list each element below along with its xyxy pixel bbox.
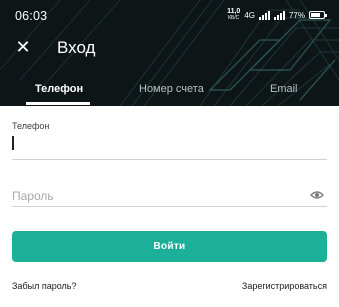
battery-icon [309,11,327,19]
status-indicators: 11,0 КБ/С 4G 77% [227,8,327,21]
eye-icon[interactable] [310,189,324,201]
login-button[interactable]: Войти [12,231,327,262]
password-input[interactable] [12,187,302,205]
network-speed-unit: КБ/С [228,15,240,21]
password-field-underline [12,206,327,207]
network-speed: 11,0 КБ/С [227,8,240,21]
network-type: 4G [244,10,255,20]
status-bar: 06:03 11,0 КБ/С 4G 77% [0,0,339,30]
phone-field-label: Телефон [12,121,50,131]
forgot-password-link[interactable]: Забыл пароль? [12,281,76,291]
active-tab-indicator [26,102,90,105]
text-caret [12,136,14,150]
page-title: Вход [57,38,96,57]
signal-icon [258,10,270,20]
header: 06:03 11,0 КБ/С 4G 77% ✕ Вход Телефон Но… [0,0,339,106]
phone-field-underline [12,159,327,160]
register-link[interactable]: Зарегистрироваться [242,281,327,291]
signal-icon-2 [273,10,285,20]
close-icon[interactable]: ✕ [13,37,33,57]
tab-email[interactable]: Email [270,83,298,95]
battery-percent: 77% [288,10,305,20]
status-time: 06:03 [15,9,48,23]
tab-account-number[interactable]: Номер счета [139,83,204,95]
login-method-tabs: Телефон Номер счета Email [0,80,339,106]
tab-phone[interactable]: Телефон [35,83,83,95]
phone-input[interactable] [12,134,327,154]
